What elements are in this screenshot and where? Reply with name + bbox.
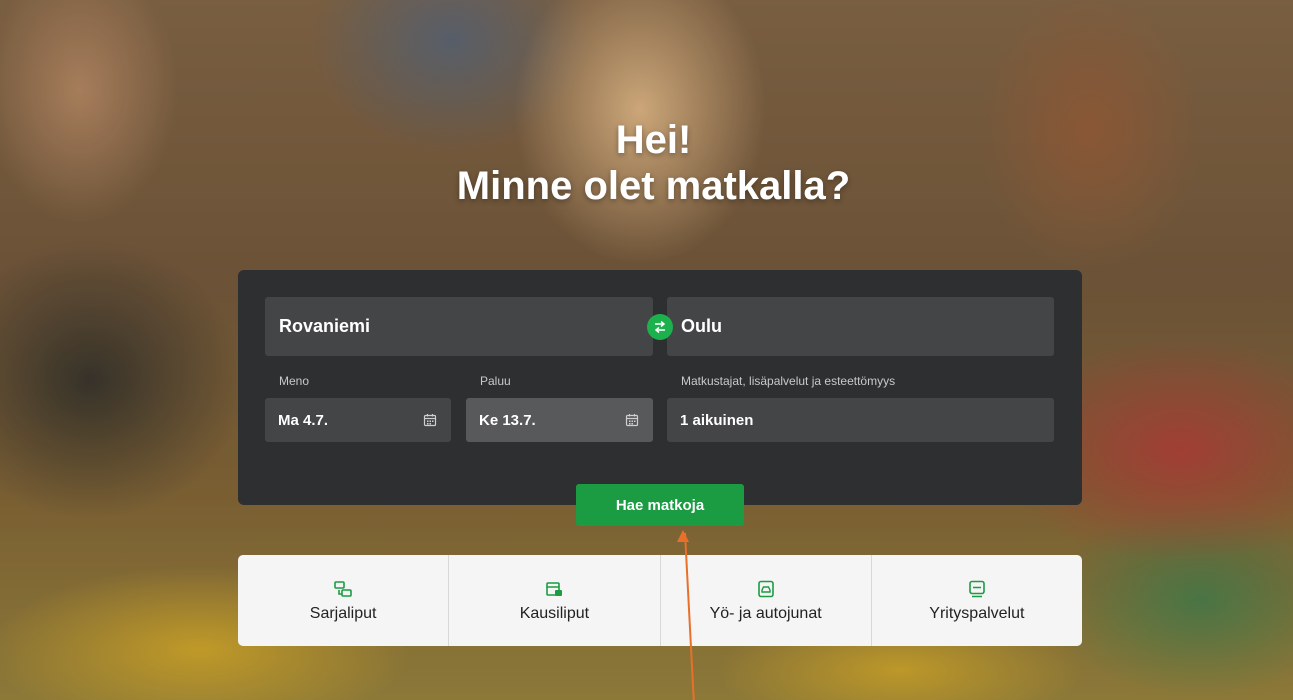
search-journeys-button[interactable]: Hae matkoja — [576, 484, 744, 526]
quick-link-business-services[interactable]: Yrityspalvelut — [872, 555, 1082, 646]
arrival-station-value: Oulu — [681, 316, 722, 336]
calendar-icon — [625, 414, 639, 427]
departure-date-label: Meno — [279, 374, 310, 388]
journey-search-panel: Rovaniemi Oulu Meno Paluu Matkustajat, l… — [238, 270, 1082, 526]
quick-link-label: Yö- ja autojunat — [709, 604, 822, 622]
calendar-icon — [423, 414, 437, 427]
swap-stations-button[interactable] — [647, 314, 673, 340]
greeting-line-1: Hei! — [615, 118, 692, 162]
quick-link-label: Sarjaliput — [309, 604, 377, 622]
quick-links-bar: Sarjaliput Kausiliput Yö- ja autojunat Y… — [238, 555, 1082, 646]
return-date-label: Paluu — [480, 374, 511, 388]
quick-link-series-tickets[interactable]: Sarjaliput — [238, 555, 450, 646]
hero-greeting: Hei! Minne olet matkalla? — [0, 117, 1293, 209]
annotation-arrowhead — [677, 530, 689, 542]
passengers-value: 1 aikuinen — [680, 411, 754, 429]
departure-date-value: Ma 4.7. — [278, 411, 329, 429]
departure-date-field[interactable]: Ma 4.7. — [265, 398, 451, 442]
passengers-label: Matkustajat, lisäpalvelut ja esteettömyy… — [681, 374, 896, 388]
departure-station-field[interactable]: Rovaniemi — [265, 297, 653, 356]
series-ticket-icon — [334, 580, 352, 597]
arrival-station-field[interactable]: Oulu — [667, 297, 1054, 356]
greeting-line-2: Minne olet matkalla? — [456, 164, 851, 208]
car-train-icon — [757, 580, 774, 597]
passengers-field[interactable]: 1 aikuinen — [667, 398, 1054, 442]
departure-station-value: Rovaniemi — [279, 316, 371, 336]
quick-link-label: Kausiliput — [519, 604, 590, 622]
quick-link-season-tickets[interactable]: Kausiliput — [449, 555, 661, 646]
season-ticket-icon — [546, 581, 563, 596]
business-services-icon — [969, 580, 985, 597]
return-date-field[interactable]: Ke 13.7. — [466, 398, 653, 442]
return-date-value: Ke 13.7. — [479, 411, 536, 429]
quick-link-night-car-trains[interactable]: Yö- ja autojunat — [661, 555, 872, 646]
quick-link-label: Yrityspalvelut — [929, 604, 1025, 622]
swap-icon — [654, 320, 666, 334]
